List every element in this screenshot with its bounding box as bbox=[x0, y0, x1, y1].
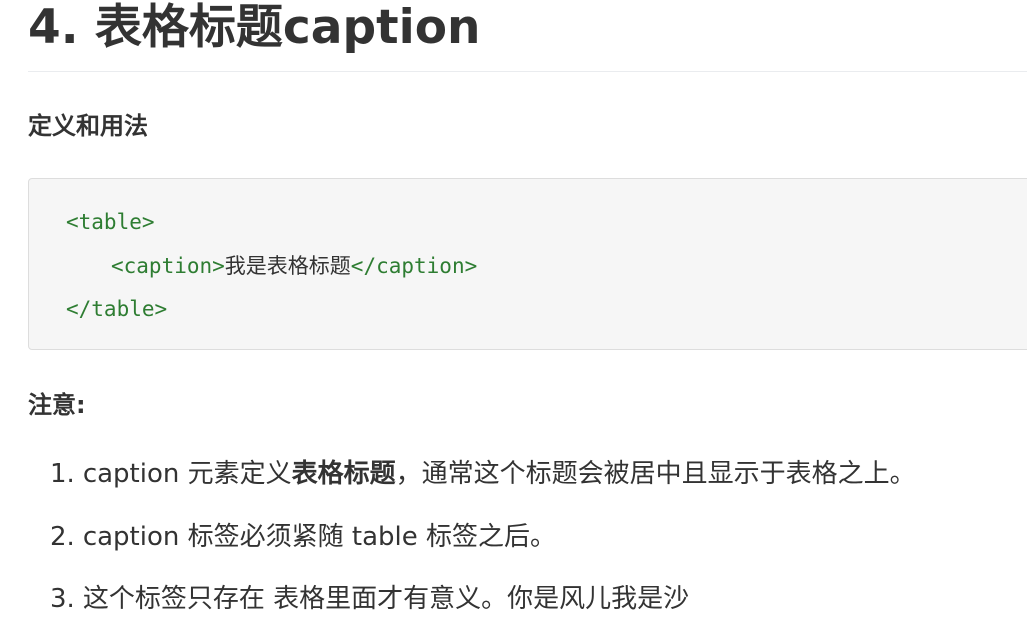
list-item-text: caption 元素定义 bbox=[82, 459, 292, 489]
list-item: 1. caption 元素定义表格标题，通常这个标题会被居中且显示于表格之上。 bbox=[50, 456, 916, 492]
code-block: <table> <caption>我是表格标题</caption> </tabl… bbox=[28, 178, 1027, 350]
code-tag-caption-close: </caption> bbox=[350, 254, 478, 278]
code-caption-text: 我是表格标题 bbox=[224, 254, 351, 278]
code-tag-table-close: </table> bbox=[66, 297, 168, 321]
code-line-1: <table> bbox=[66, 207, 155, 237]
list-item: 3. 这个标签只存在 表格里面才有意义。你是风儿我是沙 bbox=[50, 581, 689, 617]
list-item: 2. caption 标签必须紧随 table 标签之后。 bbox=[50, 519, 556, 555]
list-item-number: 1. bbox=[50, 459, 75, 489]
code-line-3: </table> bbox=[66, 294, 167, 324]
code-line-2: <caption>我是表格标题</caption> bbox=[111, 251, 477, 281]
title-divider bbox=[28, 71, 1027, 72]
code-tag-table-open: <table> bbox=[66, 210, 155, 234]
definition-heading: 定义和用法 bbox=[28, 112, 148, 140]
page-title: 4. 表格标题caption bbox=[28, 0, 481, 55]
note-heading: 注意: bbox=[28, 391, 86, 419]
list-item-emphasis: 表格标题 bbox=[291, 459, 396, 489]
list-item-number: 2. bbox=[50, 522, 75, 552]
document-page: 4. 表格标题caption 定义和用法 <table> <caption>我是… bbox=[0, 0, 1027, 623]
list-item-text: 这个标签只存在 表格里面才有意义。你是风儿我是沙 bbox=[82, 584, 690, 614]
list-item-text: ，通常这个标题会被居中且显示于表格之上。 bbox=[395, 459, 916, 489]
list-item-text: caption 标签必须紧随 table 标签之后。 bbox=[82, 522, 556, 552]
code-tag-caption-open: <caption> bbox=[111, 254, 225, 278]
list-item-number: 3. bbox=[50, 584, 75, 614]
